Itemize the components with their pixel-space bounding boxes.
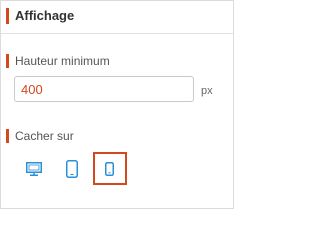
hide-on-tablet-button[interactable] xyxy=(55,152,89,185)
hide-on-mobile-button[interactable] xyxy=(93,152,127,185)
tablet-icon xyxy=(66,160,78,178)
min-height-accent-bar xyxy=(6,54,9,68)
min-height-input[interactable] xyxy=(15,77,191,101)
min-height-label-row: Hauteur minimum xyxy=(1,54,233,68)
section-header: Affichage xyxy=(1,1,233,34)
min-height-label: Hauteur minimum xyxy=(15,54,110,68)
desktop-icon xyxy=(26,162,42,176)
display-settings-panel: Affichage Hauteur minimum px Cacher sur xyxy=(0,0,234,209)
section-title: Affichage xyxy=(15,8,75,23)
hide-on-accent-bar xyxy=(6,129,9,143)
min-height-field[interactable] xyxy=(14,76,194,102)
header-accent-bar xyxy=(6,8,9,24)
hide-on-label-row: Cacher sur xyxy=(1,129,233,143)
min-height-unit: px xyxy=(201,85,213,97)
hide-on-label: Cacher sur xyxy=(15,129,74,143)
mobile-icon xyxy=(105,162,114,176)
hide-on-desktop-button[interactable] xyxy=(17,152,51,185)
